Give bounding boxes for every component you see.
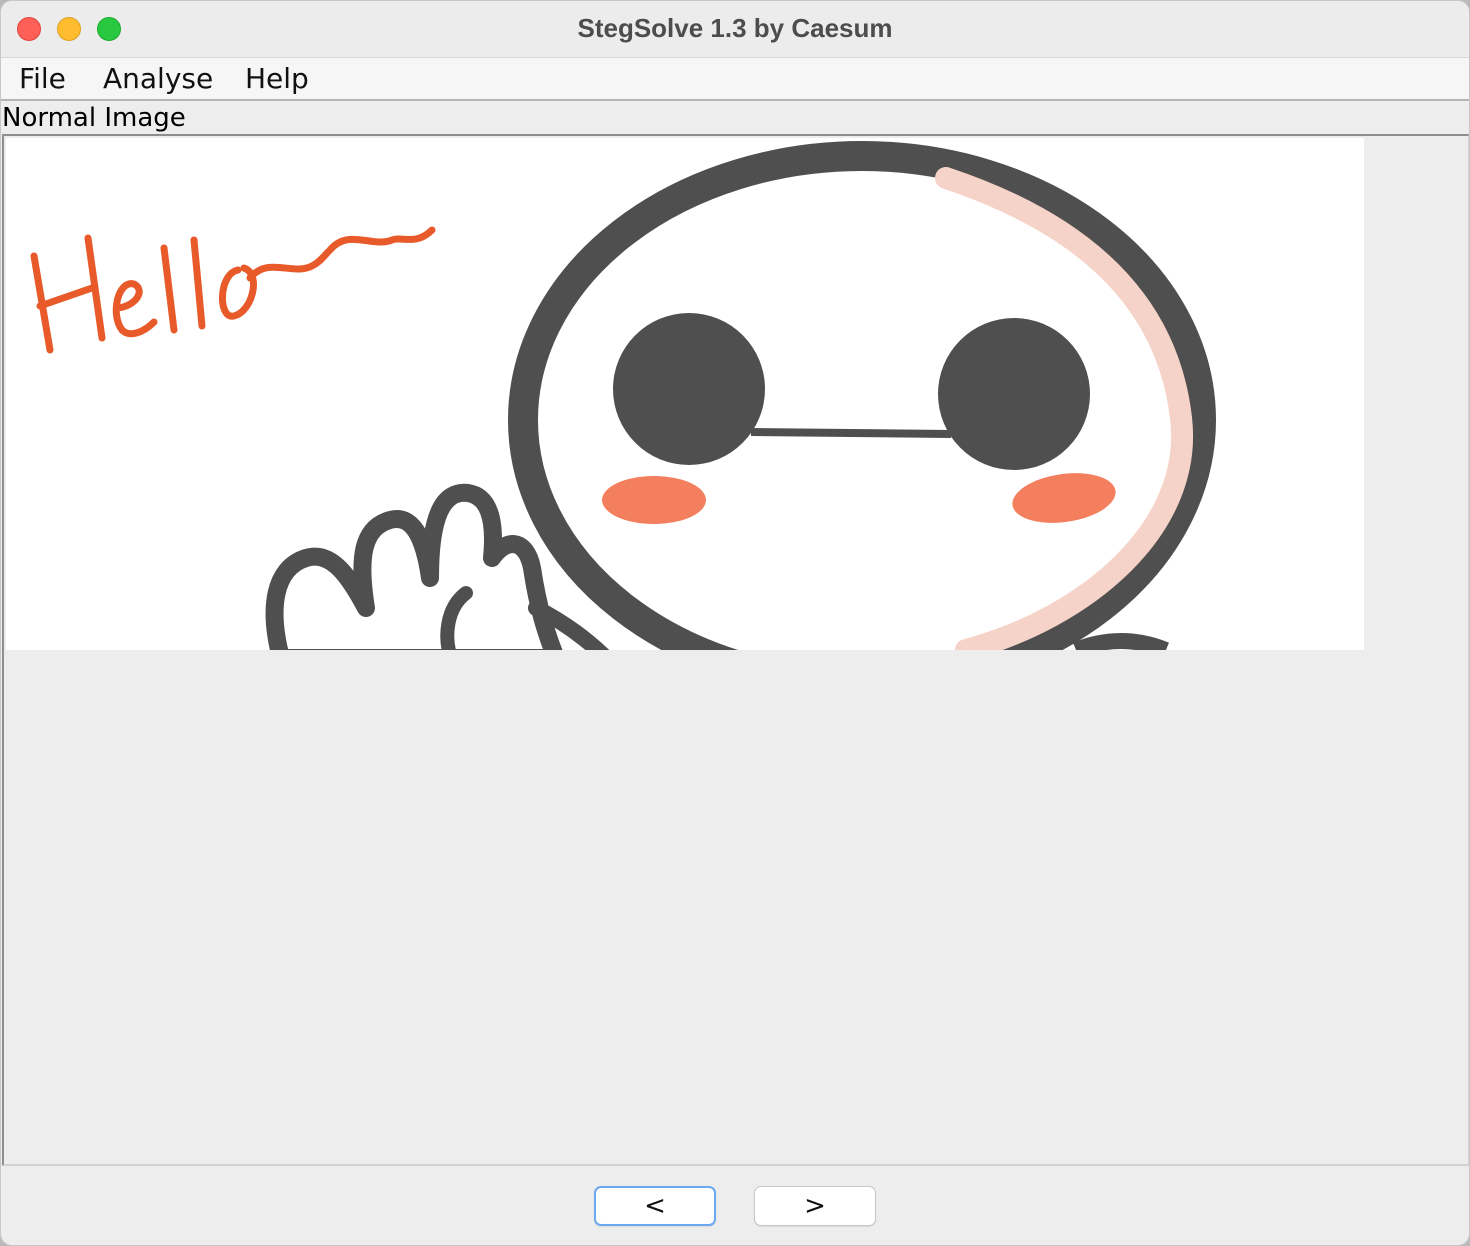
- menu-analyse[interactable]: Analyse: [103, 58, 213, 99]
- eye-connector: [750, 428, 952, 438]
- image-viewer-panel[interactable]: [2, 134, 1469, 1166]
- app-window: StegSolve 1.3 by Caesum File Analyse Hel…: [0, 0, 1470, 1246]
- hand-drawing: [265, 483, 563, 650]
- loaded-image: [6, 138, 1364, 650]
- left-eye: [613, 313, 765, 465]
- handwritten-hello-drawing: [30, 226, 436, 354]
- previous-plane-button[interactable]: <: [594, 1186, 716, 1226]
- image-mode-label: Normal Image: [2, 103, 186, 133]
- left-cheek: [602, 476, 706, 524]
- window-title: StegSolve 1.3 by Caesum: [577, 13, 893, 43]
- title-bar[interactable]: StegSolve 1.3 by Caesum: [1, 1, 1469, 58]
- right-eye: [938, 318, 1090, 470]
- cartoon-character-illustration: [30, 141, 1216, 650]
- menu-help[interactable]: Help: [245, 58, 309, 99]
- body-outline: [1073, 633, 1169, 650]
- menu-file[interactable]: File: [19, 58, 66, 99]
- next-plane-button[interactable]: >: [754, 1186, 876, 1226]
- menu-bar: File Analyse Help: [1, 58, 1469, 101]
